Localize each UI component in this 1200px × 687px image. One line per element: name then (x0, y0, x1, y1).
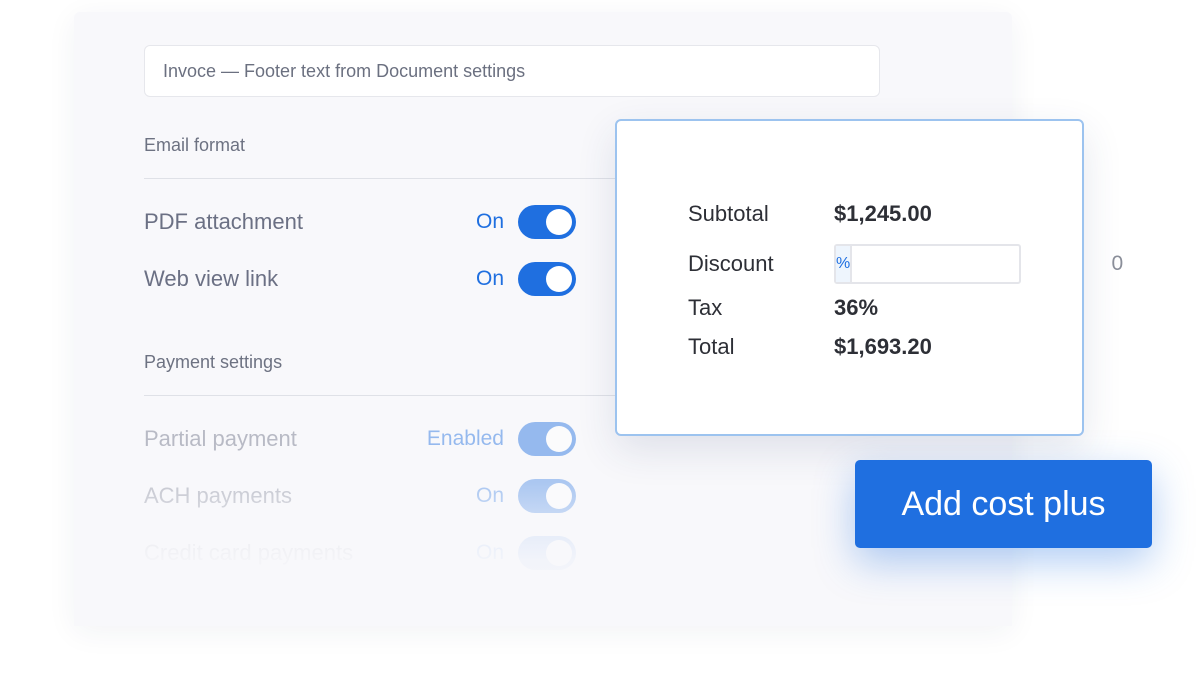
totals-card: Subtotal $1,245.00 Discount % Tax 36% To… (615, 119, 1132, 436)
total-row: Total $1,693.20 (688, 331, 1042, 363)
subtotal-label: Subtotal (688, 201, 769, 226)
setting-label: Partial payment (144, 426, 297, 451)
tax-value: 36% (834, 295, 879, 320)
setting-row-web-view-link: Web view link On (144, 261, 576, 297)
setting-row-partial-payment: Partial payment Enabled (144, 421, 576, 457)
toggle-knob (546, 483, 572, 509)
partial-payment-toggle[interactable] (518, 422, 576, 456)
discount-input[interactable] (852, 246, 1132, 282)
stage: Invoce — Footer text from Document setti… (0, 0, 1200, 687)
discount-field: % (834, 244, 1132, 284)
toggle-knob (546, 540, 572, 566)
discount-row: Discount % (688, 242, 1132, 286)
toggle-knob (546, 266, 572, 292)
payment-settings-divider (144, 395, 616, 396)
email-format-divider (144, 178, 616, 179)
setting-state: On (475, 210, 504, 233)
total-value: $1,693.20 (834, 334, 932, 359)
setting-state: On (475, 484, 504, 507)
setting-state: On (475, 541, 504, 564)
subtotal-value: $1,245.00 (834, 201, 932, 226)
add-cost-plus-button[interactable]: Add cost plus (855, 460, 1152, 548)
discount-label: Discount (688, 251, 774, 276)
setting-row-credit-card-payments: Credit card payments On (144, 535, 576, 571)
setting-label: ACH payments (144, 483, 292, 508)
payment-settings-heading: Payment settings (144, 352, 283, 372)
setting-label: Credit card payments (144, 540, 354, 565)
toggle-knob (546, 426, 572, 452)
setting-label: Web view link (144, 266, 279, 291)
footer-text-value: Invoce — Footer text from Document setti… (163, 60, 526, 81)
ach-payments-toggle[interactable] (518, 479, 576, 513)
setting-label: PDF attachment (144, 209, 303, 234)
tax-row: Tax 36% (688, 292, 1042, 324)
credit-card-payments-toggle[interactable] (518, 536, 576, 570)
subtotal-row: Subtotal $1,245.00 (688, 198, 1042, 230)
email-format-heading: Email format (144, 135, 246, 155)
footer-text-field[interactable]: Invoce — Footer text from Document setti… (144, 45, 880, 97)
setting-row-pdf-attachment: PDF attachment On (144, 204, 576, 240)
setting-state: On (475, 267, 504, 290)
tax-label: Tax (688, 295, 723, 320)
pdf-attachment-toggle[interactable] (518, 205, 576, 239)
web-view-link-toggle[interactable] (518, 262, 576, 296)
toggle-knob (546, 209, 572, 235)
total-label: Total (688, 334, 735, 359)
setting-state: Enabled (426, 427, 504, 450)
discount-unit-toggle[interactable]: % (836, 246, 853, 282)
setting-row-ach-payments: ACH payments On (144, 478, 576, 514)
